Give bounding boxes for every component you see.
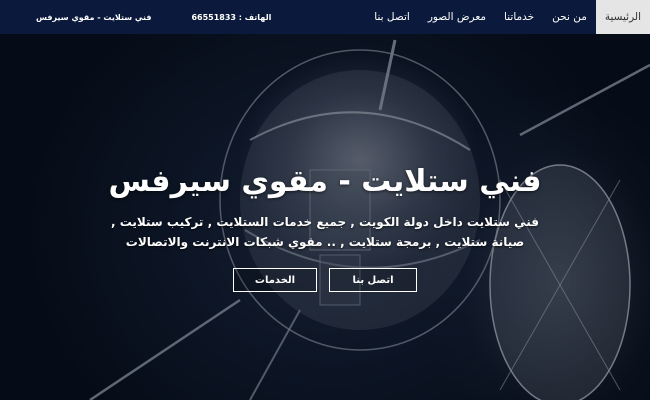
services-button[interactable]: الخدمات bbox=[233, 268, 317, 292]
phone-number: الهاتف : 66551833 bbox=[191, 12, 272, 22]
nav-item-services[interactable]: خدماتنا bbox=[495, 0, 543, 34]
nav-menu: الرئيسية من نحن خدماتنا معرض الصور اتصل … bbox=[365, 0, 650, 34]
navbar: الرئيسية من نحن خدماتنا معرض الصور اتصل … bbox=[0, 0, 650, 34]
site-brand[interactable]: فني ستلايت - مقوي سيرفس bbox=[36, 13, 151, 22]
nav-item-gallery[interactable]: معرض الصور bbox=[419, 0, 495, 34]
nav-item-about[interactable]: من نحن bbox=[543, 0, 596, 34]
nav-item-home[interactable]: الرئيسية bbox=[595, 0, 650, 34]
hero-buttons: اتصل بنا الخدمات bbox=[0, 268, 650, 292]
hero-subtitle: فني ستلايت داخل دولة الكويت , جميع خدمات… bbox=[110, 215, 540, 249]
hero-section: فني ستلايت - مقوي سيرفس فني ستلايت داخل … bbox=[0, 160, 650, 292]
nav-info: الهاتف : 66551833 فني ستلايت - مقوي سيرف… bbox=[0, 0, 271, 34]
page: الرئيسية من نحن خدماتنا معرض الصور اتصل … bbox=[0, 0, 650, 400]
hero-title: فني ستلايت - مقوي سيرفس bbox=[108, 164, 542, 199]
nav-item-contact[interactable]: اتصل بنا bbox=[365, 0, 419, 34]
contact-us-button[interactable]: اتصل بنا bbox=[329, 268, 417, 292]
